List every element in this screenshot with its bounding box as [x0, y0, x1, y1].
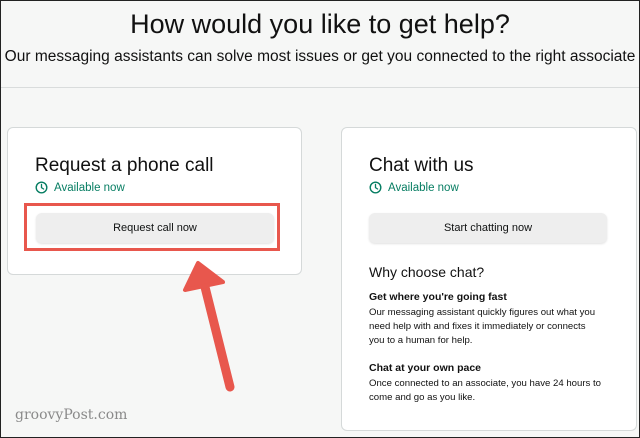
watermark: groovyPost.com — [15, 407, 128, 423]
help-page: How would you like to get help? Our mess… — [0, 0, 640, 438]
annotation-arrow — [183, 261, 235, 392]
